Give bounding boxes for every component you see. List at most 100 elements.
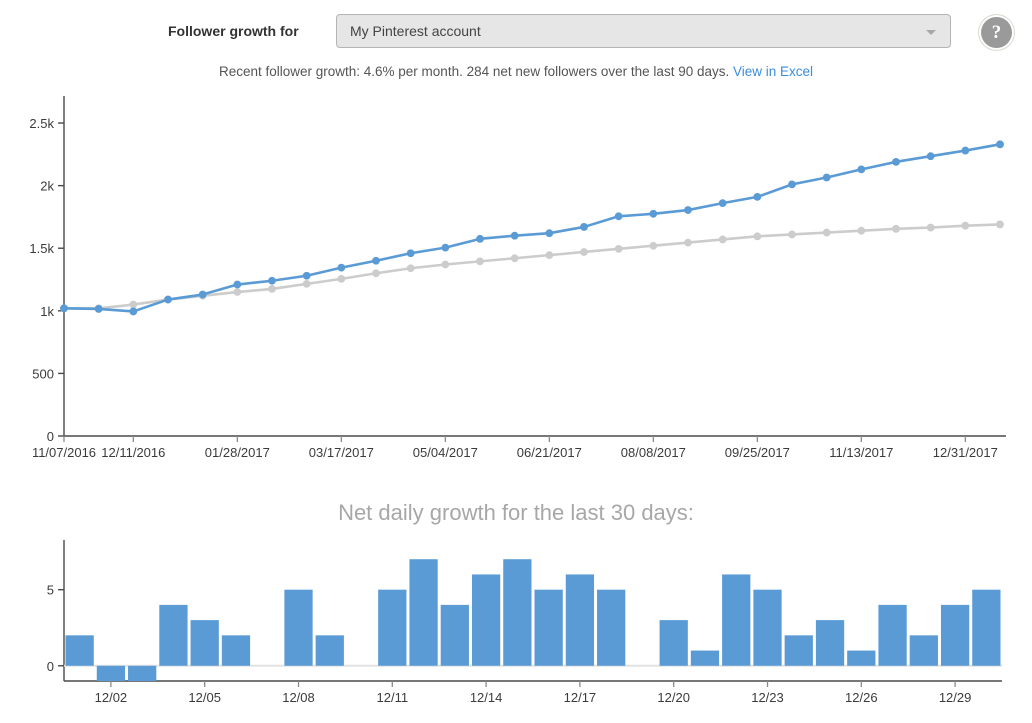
- x-tick-label: 12/20: [657, 690, 690, 705]
- data-point: [614, 212, 623, 221]
- data-point: [164, 295, 172, 304]
- x-tick-label: 12/14: [470, 690, 503, 705]
- data-point: [129, 300, 138, 309]
- bar: [784, 635, 813, 666]
- x-tick-label: 12/29: [939, 690, 972, 705]
- y-tick-label: 2k: [40, 179, 54, 194]
- bar: [690, 650, 720, 666]
- bar: [534, 589, 563, 666]
- bar: [440, 604, 469, 666]
- y-tick-label: 1k: [40, 304, 54, 319]
- data-point: [649, 209, 658, 218]
- data-point: [233, 288, 242, 296]
- data-point: [372, 269, 380, 278]
- account-select[interactable]: My Pinterest account: [336, 14, 951, 48]
- help-button[interactable]: ?: [981, 17, 1012, 48]
- data-point: [337, 274, 346, 283]
- data-point: [857, 165, 866, 174]
- x-tick-label: 12/11: [377, 690, 409, 705]
- x-tick-label: 06/21/2017: [517, 445, 582, 460]
- data-point: [822, 228, 831, 237]
- bar: [315, 635, 344, 666]
- data-point: [718, 235, 727, 244]
- y-tick-label: 500: [32, 366, 54, 381]
- chevron-down-icon: [926, 30, 936, 35]
- bar: [378, 589, 407, 666]
- y-tick-label: 5: [47, 583, 54, 598]
- bar: [96, 665, 126, 681]
- data-point: [510, 254, 519, 263]
- view-in-excel-link[interactable]: View in Excel: [733, 64, 813, 79]
- bar: [909, 635, 938, 666]
- data-point: [476, 257, 484, 266]
- x-tick-label: 09/25/2017: [725, 445, 790, 460]
- bar: [940, 604, 970, 666]
- x-tick-label: 08/08/2017: [621, 445, 686, 460]
- bar: [221, 635, 251, 666]
- data-point: [926, 152, 935, 161]
- data-point: [60, 304, 68, 313]
- data-point: [857, 226, 866, 235]
- bar: [659, 620, 688, 666]
- data-point: [268, 285, 276, 293]
- x-tick-label: 12/17: [564, 690, 597, 705]
- bar: [815, 620, 845, 666]
- data-point: [302, 280, 311, 288]
- y-tick-label: 1.5k: [29, 241, 54, 256]
- account-select-value: My Pinterest account: [350, 23, 481, 39]
- growth-summary: Recent follower growth: 4.6% per month. …: [0, 64, 1032, 79]
- data-point: [233, 280, 242, 289]
- bar: [65, 635, 94, 666]
- net-daily-growth-bar-chart: 0 5 12/02 12/05 12/08 12/11 12/14 12/17 12/20 12/…: [0, 536, 1032, 716]
- data-point: [996, 140, 1004, 149]
- data-point: [545, 251, 554, 260]
- bar-chart-svg: 0 5 12/02 12/05 12/08 12/11 12/14 12/17 12/20 12/…: [47, 540, 1002, 705]
- toolbar-header: Follower growth for My Pinterest account…: [0, 0, 1032, 62]
- data-point: [129, 307, 138, 316]
- x-tick-label: 01/28/2017: [205, 445, 270, 460]
- data-point: [753, 192, 762, 201]
- line-chart-svg: 0 500 1k 1.5k 2k 2.5k 11/07/2016 12/11/2016 01/2…: [29, 96, 1006, 460]
- data-point: [996, 220, 1004, 229]
- data-point: [580, 223, 588, 231]
- x-tick-label: 12/31/2017: [933, 445, 998, 460]
- bar: [128, 665, 157, 681]
- question-mark-icon: ?: [991, 22, 1002, 43]
- data-point: [684, 206, 692, 214]
- x-tick-label: 12/23: [751, 690, 784, 705]
- data-point: [337, 263, 346, 272]
- data-point: [649, 241, 658, 250]
- bar: [159, 604, 188, 666]
- x-tick-label: 12/11/2016: [101, 445, 165, 460]
- data-point: [892, 157, 900, 166]
- growth-summary-text: Recent follower growth: 4.6% per month. …: [218, 64, 730, 79]
- bar: [847, 650, 876, 666]
- net-daily-growth-title: Net daily growth for the last 30 days:: [338, 500, 694, 525]
- bar: [284, 589, 313, 666]
- data-point: [198, 290, 207, 299]
- data-point: [372, 256, 380, 265]
- data-point: [961, 221, 970, 230]
- data-point: [892, 224, 900, 233]
- data-point: [926, 223, 935, 232]
- x-tick-label: 11/07/2016: [32, 445, 96, 460]
- bar: [190, 620, 219, 666]
- data-point: [441, 260, 450, 269]
- data-point: [406, 249, 415, 258]
- y-tick-label: 0: [47, 659, 54, 674]
- bar: [565, 574, 595, 666]
- bar: [722, 574, 751, 666]
- x-tick-label: 05/04/2017: [413, 445, 478, 460]
- bar: [878, 604, 907, 666]
- data-point: [718, 199, 727, 208]
- bar: [597, 589, 626, 666]
- data-point: [614, 244, 623, 253]
- data-point: [476, 234, 484, 243]
- data-point: [753, 232, 762, 241]
- y-tick-label: 0: [47, 429, 54, 444]
- x-tick-label: 12/26: [845, 690, 878, 705]
- bar: [409, 559, 438, 666]
- data-point: [788, 230, 796, 239]
- data-point: [788, 180, 796, 189]
- data-point: [961, 146, 970, 155]
